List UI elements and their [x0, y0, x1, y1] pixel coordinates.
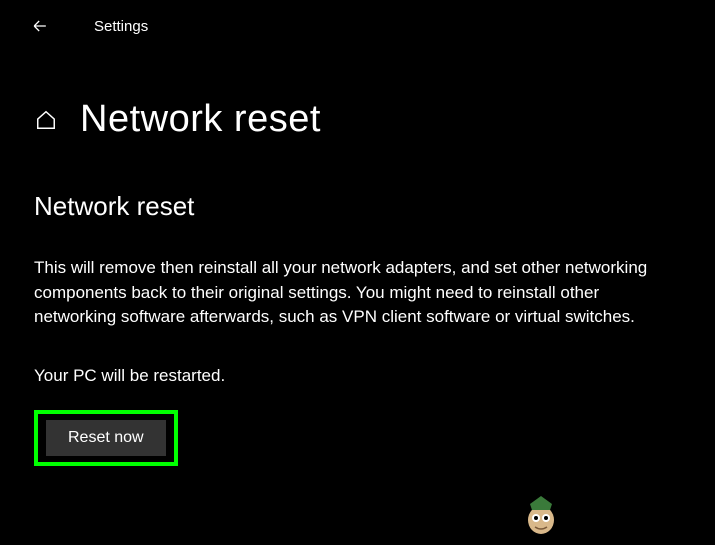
content-area: Network reset This will remove then rein… — [0, 141, 715, 466]
top-bar: Settings — [0, 0, 715, 38]
restart-note: Your PC will be restarted. — [34, 366, 675, 386]
title-row: Network reset — [0, 38, 715, 141]
back-arrow-icon — [30, 16, 50, 36]
settings-label: Settings — [94, 18, 148, 35]
section-heading: Network reset — [34, 191, 675, 222]
description-text: This will remove then reinstall all your… — [34, 256, 674, 330]
back-button[interactable] — [28, 14, 52, 38]
button-highlight: Reset now — [34, 410, 178, 466]
mascot-icon — [522, 490, 560, 535]
home-button[interactable] — [34, 108, 58, 132]
home-icon — [35, 109, 57, 131]
mascot-avatar — [522, 490, 560, 535]
reset-now-button[interactable]: Reset now — [46, 420, 166, 456]
page-title: Network reset — [80, 98, 321, 141]
